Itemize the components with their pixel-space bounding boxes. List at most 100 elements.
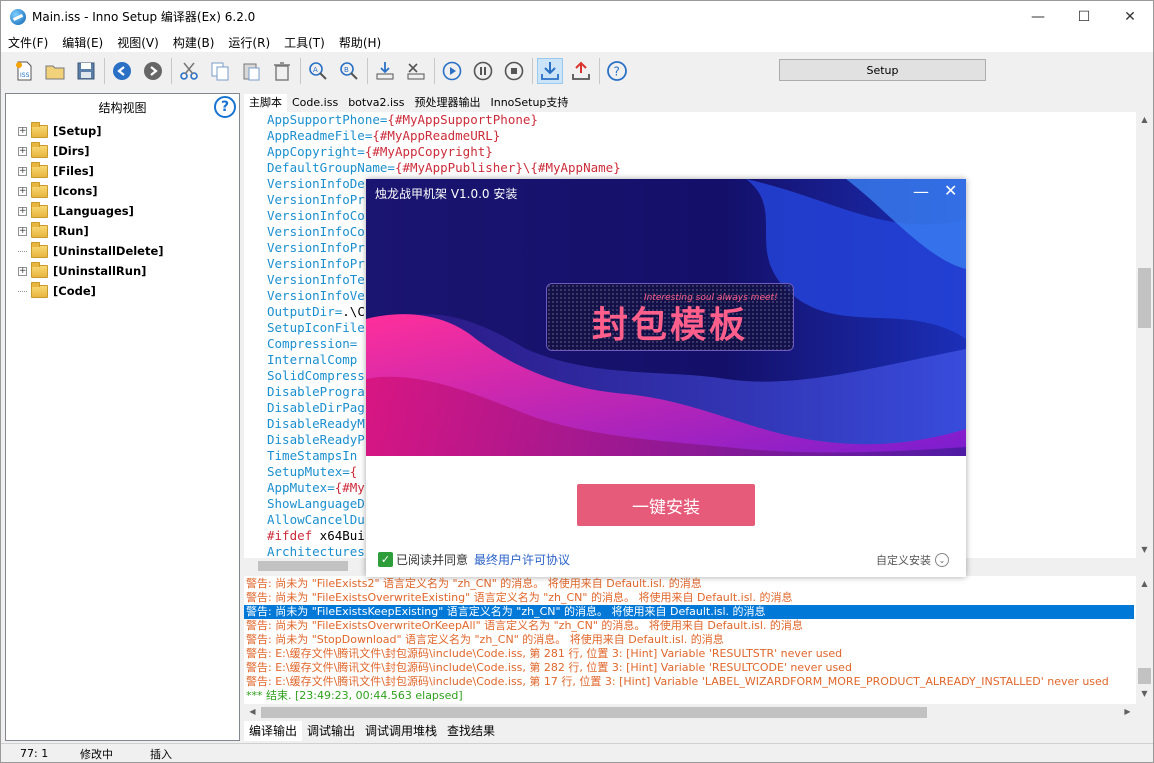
help-icon[interactable]: ? xyxy=(604,58,630,84)
close-button[interactable]: ✕ xyxy=(1107,1,1153,32)
tab-find-results[interactable]: 查找结果 xyxy=(442,721,500,741)
editor-vertical-scrollbar[interactable]: ▲ ▼ xyxy=(1136,112,1153,558)
output-line[interactable]: *** 结束. [23:49:23, 00:44.563 elapsed] xyxy=(246,689,463,703)
scroll-right-icon[interactable]: ▶ xyxy=(1119,704,1136,719)
output-line[interactable]: 警告: 尚未为 "FileExists2" 语言定义名为 "zh_CN" 的消息… xyxy=(246,577,702,591)
minimize-button[interactable]: — xyxy=(1015,1,1061,32)
tree-item[interactable]: + [Dirs] xyxy=(6,141,239,161)
code-key: VersionInfoPr xyxy=(267,192,365,207)
question-icon[interactable]: ? xyxy=(214,96,236,118)
tree-item[interactable]: + [Languages] xyxy=(6,201,239,221)
tree-item[interactable]: + [Files] xyxy=(6,161,239,181)
paste-icon[interactable] xyxy=(238,58,264,84)
tree-item[interactable]: + [UninstallRun] xyxy=(6,261,239,281)
installer-minimize-button[interactable]: — xyxy=(913,182,929,201)
stop-compile-icon[interactable] xyxy=(403,58,429,84)
scrollbar-thumb[interactable] xyxy=(1138,268,1151,328)
cut-icon[interactable] xyxy=(176,58,202,84)
custom-install-label: 自定义安装 xyxy=(876,554,931,567)
menu-build[interactable]: 构建(B) xyxy=(166,34,222,51)
target-setup-icon[interactable] xyxy=(537,58,563,84)
compiler-output[interactable]: 警告: 尚未为 "FileExists2" 语言定义名为 "zh_CN" 的消息… xyxy=(244,576,1136,704)
output-line[interactable]: 警告: E:\缓存文件\腾讯文件\封包源码\include\Code.iss, … xyxy=(246,647,842,661)
expand-icon[interactable]: + xyxy=(18,146,27,156)
tab-debug-output[interactable]: 调试输出 xyxy=(302,721,360,741)
toolbar-separator xyxy=(532,58,533,84)
compile-icon[interactable] xyxy=(372,58,398,84)
run-icon[interactable] xyxy=(439,58,465,84)
tab-preprocessor-output[interactable]: 预处理器输出 xyxy=(409,94,485,112)
scrollbar-thumb[interactable] xyxy=(1138,668,1151,684)
tree-item[interactable]: [Code] xyxy=(6,281,239,301)
tab-innosetup-support[interactable]: InnoSetup支持 xyxy=(485,94,573,112)
installer-dialog: 烛龙战甲机架 V1.0.0 安装 — ✕ 封包模板 Interesting so… xyxy=(366,179,966,577)
setup-target-button[interactable]: Setup xyxy=(779,59,986,81)
open-folder-icon[interactable] xyxy=(42,58,68,84)
pause-icon[interactable] xyxy=(470,58,496,84)
code-key: AppSupportPhone= xyxy=(267,112,388,127)
scrollbar-thumb[interactable] xyxy=(261,707,927,718)
delete-icon[interactable] xyxy=(269,58,295,84)
code-key: SetupIconFile xyxy=(267,320,365,335)
scroll-down-icon[interactable]: ▼ xyxy=(1136,686,1153,701)
custom-install-toggle[interactable]: 自定义安装 ⌄ xyxy=(876,552,949,568)
scrollbar-thumb[interactable] xyxy=(258,561,348,571)
menu-help[interactable]: 帮助(H) xyxy=(332,34,388,51)
toolbar-separator xyxy=(104,58,105,84)
copy-icon[interactable] xyxy=(207,58,233,84)
expand-icon[interactable]: + xyxy=(18,126,27,136)
editor-horizontal-scrollbar[interactable] xyxy=(244,558,364,574)
expand-icon[interactable]: + xyxy=(18,206,27,216)
menu-tools[interactable]: 工具(T) xyxy=(277,34,332,51)
tree-connector xyxy=(18,290,27,292)
output-line[interactable]: 警告: 尚未为 "FileExistsOverwriteExisting" 语言… xyxy=(246,591,792,605)
menu-view[interactable]: 视图(V) xyxy=(110,34,166,51)
folder-icon xyxy=(31,221,48,238)
undo-icon[interactable] xyxy=(109,58,135,84)
target-uninstall-icon[interactable] xyxy=(568,58,594,84)
code-key: SolidCompress xyxy=(267,368,365,383)
menu-edit[interactable]: 编辑(E) xyxy=(55,34,110,51)
output-vertical-scrollbar[interactable]: ▲ ▼ xyxy=(1136,576,1153,704)
one-click-install-button[interactable]: 一键安装 xyxy=(577,484,755,526)
redo-icon[interactable] xyxy=(140,58,166,84)
code-line: Architectures xyxy=(267,544,365,558)
tab-code-iss[interactable]: Code.iss xyxy=(287,94,343,112)
tab-botva2-iss[interactable]: botva2.iss xyxy=(343,94,409,112)
stop-icon[interactable] xyxy=(501,58,527,84)
scroll-up-icon[interactable]: ▲ xyxy=(1136,576,1153,591)
tree-item[interactable]: + [Icons] xyxy=(6,181,239,201)
save-icon[interactable] xyxy=(73,58,99,84)
maximize-button[interactable]: ☐ xyxy=(1061,1,1107,32)
expand-icon[interactable]: + xyxy=(18,186,27,196)
find-icon[interactable]: A xyxy=(305,58,331,84)
expand-icon[interactable]: + xyxy=(18,226,27,236)
tab-main-script[interactable]: 主脚本 xyxy=(244,94,287,112)
output-line[interactable]: 警告: E:\缓存文件\腾讯文件\封包源码\include\Code.iss, … xyxy=(246,675,1109,689)
tree-item[interactable]: + [Setup] xyxy=(6,121,239,141)
menu-file[interactable]: 文件(F) xyxy=(1,34,55,51)
new-file-icon[interactable]: ISS xyxy=(11,58,37,84)
tab-debug-call-stack[interactable]: 调试调用堆栈 xyxy=(360,721,442,741)
installer-close-button[interactable]: ✕ xyxy=(944,181,957,200)
toolbar: ISS A B ? Setup xyxy=(1,52,1153,90)
output-line[interactable]: 警告: E:\缓存文件\腾讯文件\封包源码\include\Code.iss, … xyxy=(246,661,852,675)
output-horizontal-scrollbar[interactable]: ◀ ▶ xyxy=(244,704,1136,720)
tree-item[interactable]: [UninstallDelete] xyxy=(6,241,239,261)
tree-item[interactable]: + [Run] xyxy=(6,221,239,241)
scroll-down-icon[interactable]: ▼ xyxy=(1136,542,1153,557)
expand-icon[interactable]: + xyxy=(18,266,27,276)
tab-compiler-output[interactable]: 编译输出 xyxy=(244,721,303,741)
eula-link[interactable]: 最终用户许可协议 xyxy=(474,551,570,568)
expand-icon[interactable]: + xyxy=(18,166,27,176)
output-line[interactable]: 警告: 尚未为 "StopDownload" 语言定义名为 "zh_CN" 的消… xyxy=(246,633,724,647)
output-line[interactable]: 警告: 尚未为 "FileExistsKeepExisting" 语言定义名为 … xyxy=(244,605,1134,619)
menu-run[interactable]: 运行(R) xyxy=(221,34,277,51)
scroll-left-icon[interactable]: ◀ xyxy=(244,704,261,719)
scroll-up-icon[interactable]: ▲ xyxy=(1136,112,1153,127)
agree-checkbox[interactable]: ✓ xyxy=(378,552,393,567)
output-line[interactable]: 警告: 尚未为 "FileExistsOverwriteOrKeepAll" 语… xyxy=(246,619,803,633)
ide-window: Main.iss - Inno Setup 编译器(Ex) 6.2.0 — ☐ … xyxy=(0,0,1154,763)
code-key: DisableReadyM xyxy=(267,416,365,431)
replace-icon[interactable]: B xyxy=(336,58,362,84)
